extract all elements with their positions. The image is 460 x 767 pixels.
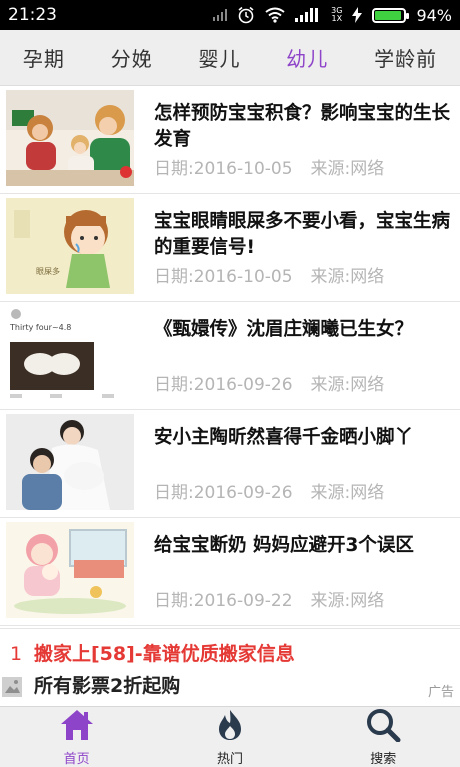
article-meta: 日期:2016-09-26 来源:网络: [154, 478, 384, 503]
article-title: 给宝宝断奶 妈妈应避开3个误区: [154, 535, 414, 556]
status-time: 21:23: [8, 5, 57, 25]
article-source: 来源:网络: [310, 159, 385, 179]
thumbnail-caption: 眼屎多: [36, 267, 60, 276]
article-date: 日期:2016-09-26: [154, 483, 293, 503]
thumbnail-caption: Thirty four~4.8: [10, 323, 72, 332]
ad-item[interactable]: 1 搬家上[58]-靠谱优质搬家信息: [10, 639, 295, 666]
article-source: 来源:网络: [310, 483, 385, 503]
ad-banner: 1 搬家上[58]-靠谱优质搬家信息 2所有影票2折起购 广告: [0, 628, 460, 707]
article-title: 安小主陶昕然喜得千金晒小脚丫: [154, 427, 414, 448]
tab-preschool[interactable]: 学龄前: [374, 43, 437, 72]
list-item[interactable]: Thirty four~4.8 《甄嬛传》沈眉庄斓曦已生女？ 日期:2016-0…: [0, 302, 460, 410]
battery-percent: 94%: [416, 5, 452, 25]
category-tabs: 孕期 分娩 婴儿 幼儿 学龄前: [0, 30, 460, 86]
ad-label: 广告: [427, 685, 454, 700]
network-type: 3G 1X: [331, 6, 343, 23]
signal-bars-icon: [213, 9, 228, 21]
list-item[interactable]: 安小主陶昕然喜得千金晒小脚丫 日期:2016-09-26 来源:网络: [0, 410, 460, 518]
list-item[interactable]: 给宝宝断奶 妈妈应避开3个误区 日期:2016-09-22 来源:网络: [0, 518, 460, 626]
tab-delivery[interactable]: 分娩: [111, 43, 153, 72]
home-icon: [59, 708, 95, 746]
article-date: 日期:2016-09-22: [154, 591, 293, 611]
article-thumbnail: [6, 90, 134, 186]
nav-hot[interactable]: 热门: [180, 708, 280, 767]
article-title: 宝宝眼睛眼屎多不要小看，宝宝生病的重要信号!: [154, 211, 451, 258]
nav-home[interactable]: 首页: [27, 708, 127, 767]
list-item[interactable]: 怎样预防宝宝积食？影响宝宝的生长发育 日期:2016-10-05 来源:网络: [0, 86, 460, 194]
tab-toddler[interactable]: 幼儿: [286, 43, 328, 72]
tab-pregnancy[interactable]: 孕期: [23, 43, 65, 72]
article-thumbnail: 眼屎多: [6, 198, 134, 294]
charging-bolt-icon: [352, 7, 363, 23]
article-title: 《甄嬛传》沈眉庄斓曦已生女？: [154, 319, 414, 340]
article-meta: 日期:2016-09-22 来源:网络: [154, 586, 384, 611]
article-thumbnail: [6, 522, 134, 618]
article-source: 来源:网络: [310, 591, 385, 611]
article-source: 来源:网络: [310, 375, 385, 395]
article-meta: 日期:2016-09-26 来源:网络: [154, 370, 384, 395]
article-date: 日期:2016-10-05: [154, 159, 293, 179]
article-thumbnail: [6, 414, 134, 510]
battery-icon: [372, 7, 410, 23]
ad-image-icon: [2, 677, 22, 697]
search-icon: [365, 708, 401, 746]
article-title: 怎样预防宝宝积食？影响宝宝的生长发育: [154, 103, 451, 150]
ad-item[interactable]: 2所有影票2折起购: [10, 671, 180, 698]
nav-hot-label: 热门: [216, 751, 243, 767]
article-date: 日期:2016-10-05: [154, 267, 293, 287]
article-meta: 日期:2016-10-05 来源:网络: [154, 262, 384, 287]
ad-text: 所有影票2折起购: [34, 675, 181, 697]
ad-text: 搬家上[58]-靠谱优质搬家信息: [34, 643, 295, 665]
tab-infant[interactable]: 婴儿: [198, 43, 240, 72]
bottom-navigation: 首页 热门 搜索: [0, 706, 460, 767]
alarm-icon: [237, 6, 255, 24]
article-thumbnail: Thirty four~4.8: [6, 306, 134, 402]
article-meta: 日期:2016-10-05 来源:网络: [154, 154, 384, 179]
cellular-signal-icon: [295, 8, 321, 22]
ad-number: 1: [10, 643, 23, 665]
wifi-icon: [265, 7, 285, 23]
status-bar: 21:23 3G 1X 94%: [0, 0, 460, 30]
article-date: 日期:2016-09-26: [154, 375, 293, 395]
status-icons: 3G 1X 94%: [213, 6, 452, 25]
article-source: 来源:网络: [310, 267, 385, 287]
nav-home-label: 首页: [63, 751, 90, 767]
list-item[interactable]: 眼屎多 宝宝眼睛眼屎多不要小看，宝宝生病的重要信号! 日期:2016-10-05…: [0, 194, 460, 302]
nav-search[interactable]: 搜索: [333, 708, 433, 767]
nav-search-label: 搜索: [370, 751, 397, 767]
fire-icon: [213, 708, 247, 746]
